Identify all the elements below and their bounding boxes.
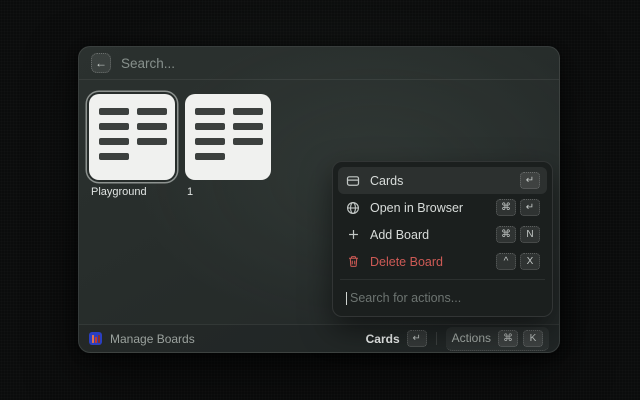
return-key: ↵	[520, 172, 540, 189]
menu-item-cards[interactable]: Cards ↵	[338, 167, 547, 194]
search-input[interactable]: Search...	[121, 56, 175, 71]
command-key: ⌘	[496, 226, 516, 243]
search-header: ← Search...	[79, 47, 559, 80]
board-label: Playground	[91, 186, 147, 198]
actions-search-input[interactable]: Search for actions...	[338, 284, 547, 311]
footer-separator	[435, 332, 437, 345]
thumbnail-column	[195, 108, 225, 166]
app-logo-icon	[89, 332, 102, 345]
shortcut-keys: ↵	[520, 172, 540, 189]
control-key: ^	[496, 253, 516, 270]
card-icon	[345, 174, 361, 188]
return-key: ↵	[520, 199, 540, 216]
text-cursor	[346, 291, 347, 305]
footer-primary-action-label[interactable]: Cards	[366, 332, 400, 346]
arrow-left-icon: ←	[95, 56, 107, 70]
board-thumbnail[interactable]	[89, 94, 175, 180]
board-thumbnail[interactable]	[185, 94, 271, 180]
back-button[interactable]: ←	[91, 53, 111, 73]
thumbnail-column	[99, 108, 129, 166]
shortcut-keys: ^ X	[496, 253, 540, 270]
footer-app-name: Manage Boards	[110, 331, 195, 346]
menu-item-label: Add Board	[370, 227, 430, 242]
command-key: ⌘	[496, 199, 516, 216]
menu-item-open-in-browser[interactable]: Open in Browser ⌘ ↵	[338, 194, 547, 221]
n-key: N	[520, 226, 540, 243]
menu-item-add-board[interactable]: Add Board ⌘ N	[338, 221, 547, 248]
shortcut-keys: ⌘ ↵	[496, 199, 540, 216]
actions-panel: Cards ↵ Open in Browser ⌘ ↵ Add Board ⌘ …	[332, 161, 553, 317]
menu-item-delete-board[interactable]: Delete Board ^ X	[338, 248, 547, 275]
footer-app-info: Manage Boards	[89, 332, 195, 346]
board-label: 1	[187, 186, 194, 198]
plus-icon	[345, 228, 361, 241]
boards-grid: Playground 1	[89, 94, 271, 198]
thumbnail-column	[233, 108, 263, 166]
menu-item-label: Cards	[370, 173, 404, 188]
actions-menu-button[interactable]: Actions ⌘ K	[445, 326, 549, 351]
k-key: K	[523, 329, 543, 347]
thumbnail-column	[137, 108, 167, 166]
x-key: X	[520, 253, 540, 270]
footer-actions: Cards ↵ Actions ⌘ K	[366, 326, 549, 351]
globe-icon	[345, 201, 361, 215]
menu-item-label: Delete Board	[370, 254, 443, 269]
actions-search-placeholder: Search for actions...	[350, 291, 462, 305]
panel-divider	[340, 279, 545, 280]
footer-actions-label: Actions	[451, 331, 491, 345]
footer-bar: Manage Boards Cards ↵ Actions ⌘ K	[79, 324, 559, 352]
manage-boards-window: ← Search... Playground 1 Cards ↵ Open in…	[78, 46, 560, 353]
board-item-playground: Playground	[89, 94, 175, 198]
command-key: ⌘	[498, 329, 518, 347]
menu-item-label: Open in Browser	[370, 200, 464, 215]
shortcut-keys: ⌘ N	[496, 226, 540, 243]
board-item-1: 1	[185, 94, 271, 198]
trash-icon	[345, 255, 361, 268]
return-key: ↵	[406, 330, 427, 347]
boards-content: Playground 1 Cards ↵ Open in Browser ⌘ ↵…	[79, 80, 559, 324]
